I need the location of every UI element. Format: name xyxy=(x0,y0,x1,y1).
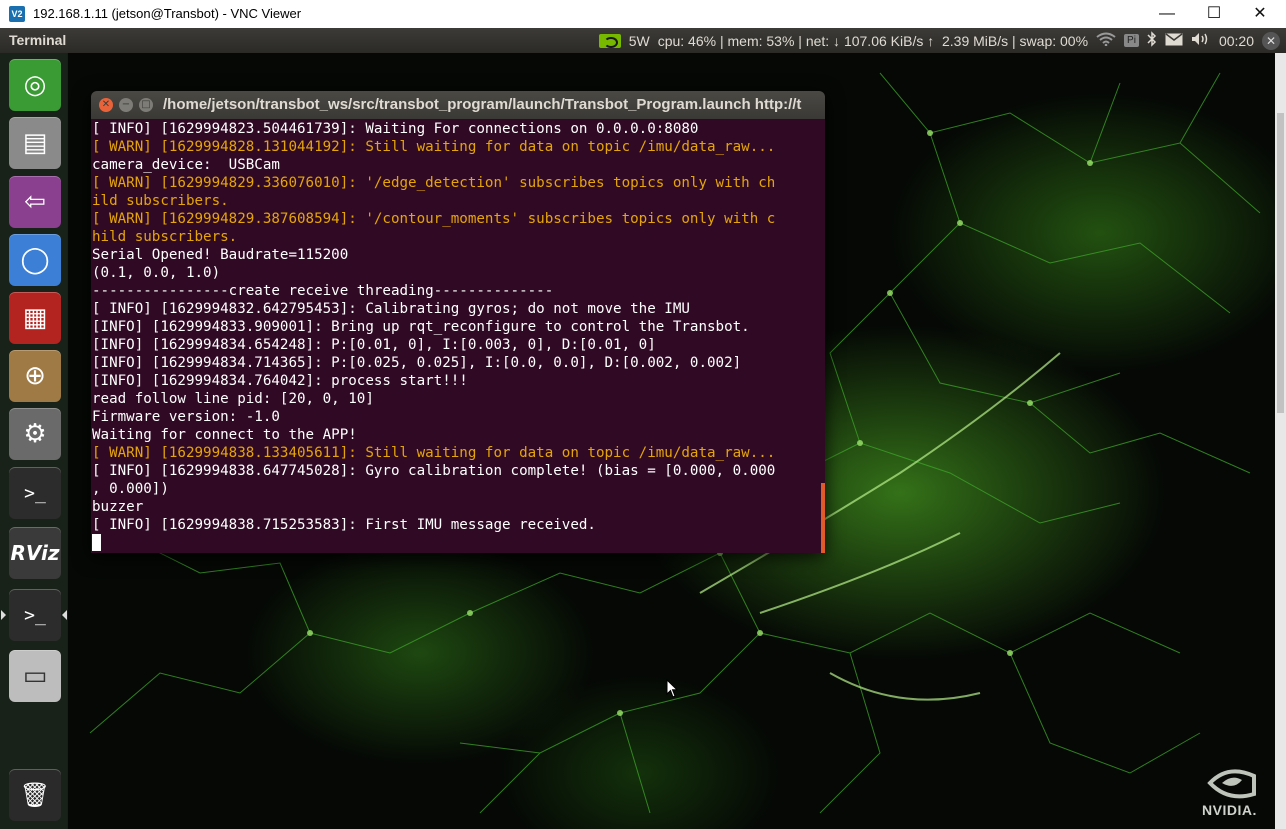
launcher-item-remote-desktop[interactable]: ⇦ xyxy=(9,176,61,228)
vnc-title-bar: V2 192.168.1.11 (jetson@Transbot) - VNC … xyxy=(0,0,1286,28)
terminal-line: [ WARN] [1629994829.387608594]: '/contou… xyxy=(92,211,776,227)
system-settings-icon: ⚙ xyxy=(23,419,47,449)
system-monitor-icon: ▦ xyxy=(22,303,48,333)
chromium-icon: ◯ xyxy=(20,245,50,275)
terminal-line: ild subscribers. xyxy=(92,193,229,209)
terminal-line: [INFO] [1629994833.909001]: Bring up rqt… xyxy=(92,319,750,335)
launcher-item-files[interactable]: ▤ xyxy=(9,117,61,169)
close-button[interactable]: ✕ xyxy=(1237,0,1283,28)
launcher-item-chromium[interactable]: ◯ xyxy=(9,234,61,286)
terminal-line: [ INFO] [1629994838.715253583]: First IM… xyxy=(92,517,596,533)
remote-desktop-icon: ⇦ xyxy=(24,187,46,217)
terminal-active-icon: >_ xyxy=(24,604,46,626)
volume-icon[interactable] xyxy=(1191,32,1211,49)
system-load-indicator[interactable]: cpu: 46% | mem: 53% | net: ↓ 107.06 KiB/… xyxy=(658,33,1088,49)
power-mode-label[interactable]: 5W xyxy=(629,33,650,49)
removable-drive-icon: ▭ xyxy=(22,661,48,691)
terminal-minimize-button[interactable]: − xyxy=(119,98,133,112)
vnc-scrollbar[interactable] xyxy=(1275,53,1286,829)
vnc-viewer-icon: V2 xyxy=(9,6,25,22)
terminal-line: [ INFO] [1629994838.647745028]: Gyro cal… xyxy=(92,463,776,479)
launcher-item-terminal[interactable]: >_ xyxy=(9,467,61,519)
launcher-item-rviz[interactable]: RViz xyxy=(9,527,61,579)
terminal-line: Serial Opened! Baudrate=115200 xyxy=(92,247,349,263)
terminal-title-bar[interactable]: ✕ − □ /home/jetson/transbot_ws/src/trans… xyxy=(91,91,825,119)
software-updater-icon: ⊕ xyxy=(24,361,46,391)
terminal-line: [ WARN] [1629994829.336076010]: '/edge_d… xyxy=(92,175,776,191)
nvidia-power-icon[interactable] xyxy=(598,33,621,48)
launcher-item-terminal-active[interactable]: >_ xyxy=(9,589,61,641)
active-indicator-left xyxy=(1,610,6,620)
terminal-maximize-button[interactable]: □ xyxy=(139,98,153,112)
terminal-close-button[interactable]: ✕ xyxy=(99,98,113,112)
nvidia-wordmark: NVIDIA. xyxy=(1202,802,1257,818)
bluetooth-icon[interactable] xyxy=(1147,31,1157,50)
mail-icon[interactable] xyxy=(1165,32,1183,49)
terminal-line: Firmware version: -1.0 xyxy=(92,409,280,425)
terminal-title: /home/jetson/transbot_ws/src/transbot_pr… xyxy=(163,96,802,113)
terminal-line: [INFO] [1629994834.714365]: P:[0.025, 0.… xyxy=(92,355,742,371)
launcher-item-software-updater[interactable]: ⊕ xyxy=(9,350,61,402)
terminal-line: hild subscribers. xyxy=(92,229,238,245)
minimize-button[interactable]: — xyxy=(1144,0,1190,28)
terminal-line: [ WARN] [1629994838.133405611]: Still wa… xyxy=(92,445,776,461)
terminal-line: [ WARN] [1629994828.131044192]: Still wa… xyxy=(92,139,776,155)
terminal-window[interactable]: ✕ − □ /home/jetson/transbot_ws/src/trans… xyxy=(91,91,825,553)
terminal-scrollbar[interactable] xyxy=(821,483,825,553)
file-cabinet-icon: ▤ xyxy=(22,128,48,158)
terminal-line: [INFO] [1629994834.654248]: P:[0.01, 0],… xyxy=(92,337,656,353)
nvidia-logo: NVIDIA. xyxy=(1196,766,1270,822)
terminal-output[interactable]: [ INFO] [1629994823.504461739]: Waiting … xyxy=(91,119,825,553)
vnc-scrollbar-thumb[interactable] xyxy=(1277,113,1284,413)
launcher-item-trash[interactable]: 🗑 xyxy=(9,769,61,821)
mouse-pointer-icon xyxy=(666,679,678,698)
unity-launcher: ◎ ▤ ⇦ ◯ ▦ ⊕ ⚙ >_ RViz >_ ▭ 🗑 xyxy=(0,53,68,829)
terminal-prompt-line[interactable] xyxy=(92,534,825,552)
terminal-line: [ INFO] [1629994832.642795453]: Calibrat… xyxy=(92,301,690,317)
terminal-icon: >_ xyxy=(24,482,46,504)
launcher-item-dash[interactable]: ◎ xyxy=(9,59,61,111)
trash-icon: 🗑 xyxy=(19,781,51,809)
vnc-window-title: 192.168.1.11 (jetson@Transbot) - VNC Vie… xyxy=(33,6,302,21)
launcher-item-settings[interactable]: ⚙ xyxy=(9,408,61,460)
terminal-line: buzzer xyxy=(92,499,144,515)
active-app-name: Terminal xyxy=(9,32,67,48)
maximize-button[interactable]: ☐ xyxy=(1191,0,1237,28)
ubuntu-dash-icon: ◎ xyxy=(23,70,47,100)
clock[interactable]: 00:20 xyxy=(1219,33,1254,49)
panel-indicators: 5W cpu: 46% | mem: 53% | net: ↓ 107.06 K… xyxy=(598,28,1286,53)
terminal-line: camera_device: USBCam xyxy=(92,157,280,173)
launcher-item-drive[interactable]: ▭ xyxy=(9,650,61,702)
terminal-line: (0.1, 0.0, 1.0) xyxy=(92,265,221,281)
rviz-icon: RViz xyxy=(10,541,60,565)
wifi-icon[interactable] xyxy=(1096,32,1116,49)
terminal-line: ----------------create receive threading… xyxy=(92,283,554,299)
active-indicator-right xyxy=(62,610,67,620)
terminal-line: [INFO] [1629994834.764042]: process star… xyxy=(92,373,468,389)
session-menu-icon[interactable]: ✕ xyxy=(1262,31,1280,50)
terminal-line: Waiting for connect to the APP! xyxy=(92,427,357,443)
terminal-cursor xyxy=(92,534,101,551)
top-panel: Terminal 5W cpu: 46% | mem: 53% | net: ↓… xyxy=(0,28,1286,53)
terminal-line: read follow line pid: [20, 0, 10] xyxy=(92,391,374,407)
pi-indicator[interactable]: Pi xyxy=(1124,34,1139,47)
terminal-line: [ INFO] [1629994823.504461739]: Waiting … xyxy=(92,121,699,137)
terminal-line: , 0.000]) xyxy=(92,481,169,497)
nvidia-eye-icon xyxy=(1207,769,1256,799)
launcher-item-system-monitor[interactable]: ▦ xyxy=(9,292,61,344)
